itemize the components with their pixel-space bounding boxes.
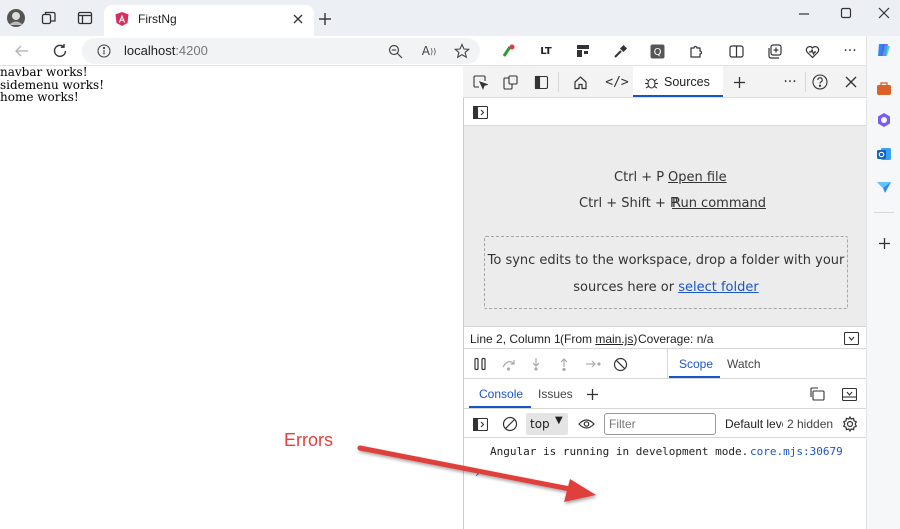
coverage-status: Coverage: n/a bbox=[638, 332, 714, 346]
source-origin-suffix: ) bbox=[633, 332, 638, 346]
sidebar-divider bbox=[874, 212, 894, 213]
pause-icon[interactable] bbox=[471, 355, 489, 373]
url-host: localhost bbox=[124, 43, 176, 58]
maximize-icon[interactable] bbox=[838, 5, 854, 21]
tabbar-divider bbox=[558, 72, 559, 92]
help-icon[interactable] bbox=[811, 73, 829, 91]
profile-avatar-icon[interactable] bbox=[6, 8, 26, 28]
coverage-toggle-icon[interactable] bbox=[842, 330, 860, 346]
microsoft365-icon[interactable] bbox=[875, 111, 893, 129]
sources-bug-icon bbox=[642, 73, 660, 91]
refresh-icon[interactable] bbox=[50, 41, 70, 61]
extension-lt-icon[interactable]: LT bbox=[537, 42, 555, 60]
collapse-drawer-icon[interactable] bbox=[840, 385, 858, 403]
console-message-source-link[interactable]: core.mjs:30679 bbox=[750, 445, 843, 458]
extensions-puzzle-icon[interactable] bbox=[686, 42, 704, 60]
tab-title: FirstNg bbox=[138, 12, 177, 26]
source-origin-prefix: (From bbox=[560, 332, 596, 346]
select-folder-link[interactable]: select folder bbox=[678, 280, 759, 295]
device-emulation-icon[interactable] bbox=[501, 73, 519, 91]
tab-issues[interactable]: Issues bbox=[538, 387, 573, 401]
step-into-icon[interactable] bbox=[527, 355, 545, 373]
step-icon[interactable] bbox=[583, 355, 603, 373]
send-icon[interactable] bbox=[875, 178, 893, 196]
add-sidebar-app-icon[interactable] bbox=[875, 234, 893, 252]
annotation-arrow-icon bbox=[357, 445, 596, 502]
favorite-star-icon[interactable] bbox=[453, 42, 471, 60]
more-tools-plus-icon[interactable] bbox=[730, 73, 748, 91]
scope-divider bbox=[667, 349, 668, 378]
console-filter-input[interactable] bbox=[604, 413, 716, 435]
tools-briefcase-icon[interactable] bbox=[875, 80, 893, 98]
tab-actions-icon[interactable] bbox=[76, 9, 94, 27]
tabbar-divider-2 bbox=[805, 72, 806, 92]
home-text: home works! bbox=[0, 90, 79, 104]
collections-icon[interactable] bbox=[765, 42, 783, 60]
shortcut-run-command-keys: Ctrl + Shift + P bbox=[579, 196, 678, 211]
dropzone-line-1: To sync edits to the workspace, drop a f… bbox=[487, 253, 845, 268]
extension-colorpick-icon[interactable] bbox=[500, 42, 518, 60]
tab-scope-label: Scope bbox=[679, 357, 714, 371]
split-screen-icon[interactable] bbox=[727, 42, 745, 60]
workspaces-icon[interactable] bbox=[40, 9, 58, 27]
close-tab-icon[interactable] bbox=[290, 11, 306, 27]
copilot-icon[interactable] bbox=[874, 40, 894, 60]
dropzone-text: sources here or bbox=[573, 280, 679, 295]
zoom-icon[interactable] bbox=[386, 42, 404, 60]
angular-logo-icon bbox=[114, 11, 130, 27]
context-selector-value: top bbox=[530, 417, 550, 431]
tab-watch[interactable]: Watch bbox=[727, 357, 761, 371]
edge-sidebar bbox=[866, 36, 900, 529]
status-divider bbox=[464, 326, 866, 327]
dock-drawer-icon[interactable] bbox=[808, 385, 826, 403]
errors-annotation-label: Errors bbox=[284, 430, 333, 450]
new-tab-icon[interactable] bbox=[316, 10, 334, 28]
step-out-icon[interactable] bbox=[555, 355, 573, 373]
browser-tab[interactable] bbox=[104, 5, 314, 36]
hidden-messages-count: 2 hidden bbox=[787, 417, 834, 431]
more-menu-icon[interactable]: ··· bbox=[841, 42, 859, 60]
read-aloud-icon[interactable]: A)) bbox=[420, 42, 438, 60]
elements-tab-icon[interactable]: </> bbox=[605, 73, 628, 91]
toggle-sidebar-icon[interactable] bbox=[532, 73, 550, 91]
devtools-more-icon[interactable]: ··· bbox=[781, 73, 799, 91]
show-navigator-icon[interactable] bbox=[471, 103, 489, 121]
extension-q-icon[interactable]: Q bbox=[648, 42, 666, 60]
dropzone-line-2: sources here or select folder bbox=[485, 274, 847, 301]
workspace-drop-zone[interactable]: To sync edits to the workspace, drop a f… bbox=[484, 236, 848, 309]
log-levels-dropdown[interactable]: Default leve bbox=[725, 417, 783, 431]
welcome-home-icon[interactable] bbox=[571, 73, 589, 91]
deactivate-breakpoints-icon[interactable] bbox=[611, 355, 629, 373]
console-settings-gear-icon[interactable] bbox=[840, 414, 860, 434]
shortcut-open-file-keys: Ctrl + P bbox=[614, 170, 665, 185]
close-devtools-icon[interactable] bbox=[842, 73, 860, 91]
open-file-link[interactable]: Open file bbox=[668, 170, 727, 185]
console-toolbar-divider bbox=[464, 408, 866, 409]
site-info-icon[interactable] bbox=[96, 43, 112, 59]
browser-essentials-icon[interactable] bbox=[803, 42, 821, 60]
source-origin: (From main.js) bbox=[560, 332, 637, 346]
navbar-text: navbar works! bbox=[0, 65, 88, 79]
debugger-divider bbox=[464, 348, 866, 349]
svg-text:Q: Q bbox=[653, 47, 661, 58]
add-drawer-tab-icon[interactable] bbox=[583, 385, 601, 403]
dropdown-arrow-icon: ▼ bbox=[555, 415, 563, 426]
tab-console-label: Console bbox=[479, 387, 524, 401]
step-over-icon[interactable] bbox=[499, 355, 517, 373]
back-icon[interactable] bbox=[12, 41, 32, 61]
eyedropper-icon[interactable] bbox=[611, 42, 629, 60]
tab-sources-label: Sources bbox=[664, 75, 710, 89]
inspect-element-icon[interactable] bbox=[471, 73, 489, 91]
close-window-icon[interactable] bbox=[876, 5, 892, 21]
url-port: :4200 bbox=[175, 43, 208, 58]
cursor-position: Line 2, Column 1 bbox=[470, 332, 561, 346]
source-file-link[interactable]: main.js bbox=[595, 332, 633, 346]
url-text[interactable]: localhost:4200 bbox=[124, 43, 208, 58]
minimize-icon[interactable] bbox=[796, 6, 812, 22]
outlook-icon[interactable] bbox=[875, 145, 893, 163]
extension-grid-icon[interactable] bbox=[574, 42, 592, 60]
run-command-link[interactable]: Run command bbox=[672, 196, 766, 211]
